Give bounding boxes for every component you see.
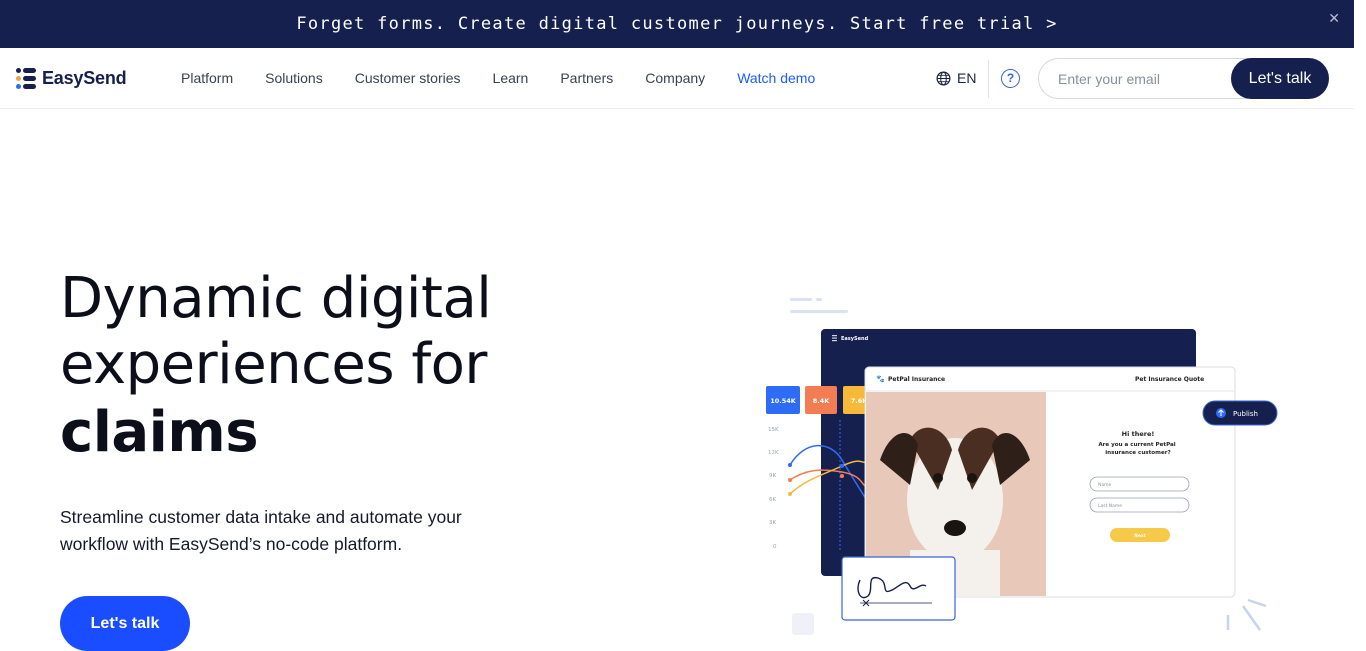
hero-title-line-2: experiences for — [60, 332, 487, 397]
nav-lets-talk-button[interactable]: Let's talk — [1231, 58, 1329, 99]
signature-card — [841, 556, 956, 621]
nav-item-platform[interactable]: Platform — [181, 70, 233, 86]
hero-subtitle: Streamline customer data intake and auto… — [60, 507, 462, 554]
close-icon[interactable]: ✕ — [1328, 10, 1340, 27]
main-nav: EasySend Platform Solutions Customer sto… — [0, 48, 1354, 109]
decor-stroke — [1247, 598, 1267, 608]
hero-title-line-1: Dynamic digital — [60, 266, 492, 331]
nav-item-customer-stories[interactable]: Customer stories — [355, 70, 461, 86]
decor-stroke — [1241, 605, 1262, 631]
y-tick-label: 9K — [769, 473, 776, 479]
decor-square — [792, 613, 814, 635]
form-brand: PetPal Insurance — [888, 376, 945, 383]
form-greeting: Hi there! — [1122, 430, 1155, 438]
page: Forget forms. Create digital customer jo… — [0, 0, 1366, 651]
form-name-placeholder: Name — [1098, 482, 1112, 488]
decor-bar — [816, 298, 822, 301]
hero-title-highlight: claims — [60, 400, 259, 465]
hero-lets-talk-button[interactable]: Let's talk — [60, 596, 190, 651]
help-circle-icon[interactable]: ? — [1001, 69, 1020, 88]
promo-banner[interactable]: Forget forms. Create digital customer jo… — [0, 0, 1354, 48]
y-tick-label: 12K — [768, 450, 779, 456]
app-brand: EasySend — [841, 336, 869, 342]
form-lastname-placeholder: Last Name — [1098, 503, 1122, 509]
nav-item-solutions[interactable]: Solutions — [265, 70, 323, 86]
form-title: Pet Insurance Quote — [1135, 376, 1204, 383]
easysend-logo-icon — [16, 68, 36, 89]
language-selector[interactable]: EN — [936, 70, 976, 86]
promo-banner-text[interactable]: Forget forms. Create digital customer jo… — [296, 14, 1057, 34]
nav-menu: Platform Solutions Customer stories Lear… — [181, 70, 815, 86]
nav-item-watch-demo[interactable]: Watch demo — [737, 70, 815, 86]
nav-item-company[interactable]: Company — [645, 70, 705, 86]
logo[interactable]: EasySend — [16, 68, 127, 89]
y-tick-label: 6K — [769, 497, 776, 503]
y-tick-label: 15K — [768, 427, 779, 433]
language-label: EN — [957, 70, 977, 86]
nav-divider — [988, 60, 989, 98]
hero-title: Dynamic digital experiences for claims — [60, 266, 620, 466]
publish-label: Publish — [1233, 410, 1258, 418]
logo-text: EasySend — [42, 68, 127, 88]
stat-value: 10.54K — [770, 397, 797, 405]
decor-bar — [790, 310, 848, 313]
y-tick-label: 0 — [773, 544, 777, 550]
nav-item-partners[interactable]: Partners — [560, 70, 613, 86]
stat-value: 8.4K — [813, 397, 831, 405]
y-tick-label: 3K — [769, 520, 776, 526]
globe-icon — [936, 71, 951, 85]
email-field[interactable] — [1058, 59, 1228, 98]
decor-bar — [790, 298, 812, 301]
nav-item-learn[interactable]: Learn — [493, 70, 529, 86]
form-next-label: Next — [1134, 533, 1147, 539]
product-illustration: EasySend 10.54K 8.4K 7.6K 15K 12K 9K 6K … — [766, 298, 1278, 635]
paw-icon: 🐾 — [876, 375, 885, 383]
